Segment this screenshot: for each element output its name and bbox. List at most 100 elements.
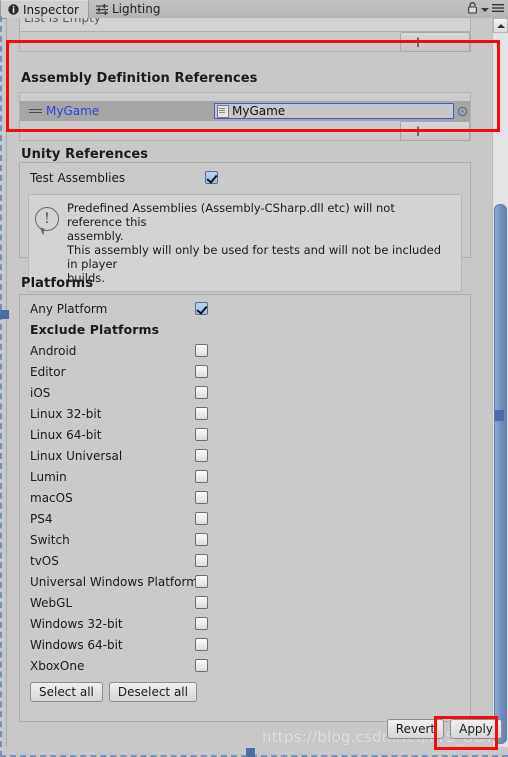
platform-row[interactable]: Android xyxy=(20,340,470,361)
platform-checkbox[interactable] xyxy=(195,533,208,546)
platform-checkbox[interactable] xyxy=(195,596,208,609)
platform-label: PS4 xyxy=(30,511,53,526)
selection-handle-left[interactable] xyxy=(0,310,9,319)
platform-row[interactable]: Linux Universal xyxy=(20,445,470,466)
platform-label: XboxOne xyxy=(30,658,85,673)
platform-label: tvOS xyxy=(30,553,59,568)
unity-references-group: Test Assemblies ! Predefined Assemblies … xyxy=(19,162,471,292)
help-line-2: assembly. xyxy=(67,229,124,243)
apply-button[interactable]: Apply xyxy=(450,719,502,739)
platform-row[interactable]: Lumin xyxy=(20,466,470,487)
platform-row[interactable]: Windows 64-bit xyxy=(20,634,470,655)
references-add-remove: + − xyxy=(400,121,470,141)
platform-row[interactable]: Universal Windows Platform xyxy=(20,571,470,592)
selection-handle-bottom[interactable] xyxy=(246,748,255,757)
platform-label: Universal Windows Platform xyxy=(30,574,195,589)
clipped-list-empty-row: List is Empty xyxy=(19,18,471,32)
info-circle-icon xyxy=(8,4,19,15)
help-line-1: Predefined Assemblies (Assembly-CSharp.d… xyxy=(67,201,395,229)
lock-icon[interactable] xyxy=(467,1,478,17)
platform-checkbox[interactable] xyxy=(195,470,208,483)
platform-row[interactable]: WebGL xyxy=(20,592,470,613)
platform-label: Lumin xyxy=(30,469,67,484)
scrollbar-thumb[interactable] xyxy=(494,204,507,744)
top-list-add-remove: + − xyxy=(400,32,470,52)
inspector-panel: List is Empty + − Assembly Definition Re… xyxy=(6,18,493,747)
any-platform-label: Any Platform xyxy=(30,301,108,316)
references-list-footer: + − xyxy=(19,121,471,141)
scroll-up-arrow-icon[interactable] xyxy=(493,18,508,33)
revert-button[interactable]: Revert xyxy=(386,719,445,739)
lighting-sliders-icon xyxy=(95,3,108,15)
platform-label: Android xyxy=(30,343,77,358)
test-assemblies-help-text: Predefined Assemblies (Assembly-CSharp.d… xyxy=(67,201,453,285)
tab-inspector[interactable]: Inspector xyxy=(0,0,89,18)
inspector-action-bar: Revert Apply xyxy=(386,719,502,739)
tab-lighting[interactable]: Lighting xyxy=(89,0,170,18)
platform-label: macOS xyxy=(30,490,73,505)
platform-list: Android Editor iOS Linux 32-bit Linux 64-bit… xyxy=(20,340,470,676)
top-list-add-button[interactable]: + xyxy=(405,34,432,50)
platform-row[interactable]: Windows 32-bit xyxy=(20,613,470,634)
platforms-title: Platforms xyxy=(21,276,94,291)
any-platform-row[interactable]: Any Platform xyxy=(20,298,470,319)
platform-checkbox[interactable] xyxy=(195,659,208,672)
unity-editor-window: Inspector Lighting List is Empty + − Ass… xyxy=(0,0,508,757)
warning-icon: ! xyxy=(35,207,59,231)
test-assemblies-row[interactable]: Test Assemblies xyxy=(20,167,470,188)
platform-row[interactable]: iOS xyxy=(20,382,470,403)
platform-row[interactable]: macOS xyxy=(20,487,470,508)
platform-row[interactable]: Switch xyxy=(20,529,470,550)
object-picker-icon[interactable] xyxy=(454,102,470,120)
select-all-button[interactable]: Select all xyxy=(30,682,103,702)
platform-checkbox[interactable] xyxy=(195,638,208,651)
test-assemblies-checkbox[interactable] xyxy=(205,171,218,184)
inspector-tab-bar: Inspector Lighting xyxy=(0,0,508,19)
assembly-definition-references-title: Assembly Definition References xyxy=(21,71,258,86)
references-add-button[interactable]: + xyxy=(405,123,432,139)
platform-checkbox[interactable] xyxy=(195,617,208,630)
exclude-platforms-title: Exclude Platforms xyxy=(30,322,160,337)
scrollbar-position-marker xyxy=(495,410,504,421)
assembly-asset-icon xyxy=(217,104,229,118)
platform-label: Windows 32-bit xyxy=(30,616,123,631)
platform-label: WebGL xyxy=(30,595,73,610)
platform-label: Linux 32-bit xyxy=(30,406,102,421)
drag-handle-icon[interactable] xyxy=(24,109,46,113)
platform-label: iOS xyxy=(30,385,51,400)
platform-row[interactable]: Linux 32-bit xyxy=(20,403,470,424)
platform-checkbox[interactable] xyxy=(195,365,208,378)
platform-row[interactable]: Linux 64-bit xyxy=(20,424,470,445)
help-line-3: This assembly will only be used for test… xyxy=(67,243,442,271)
platform-label: Editor xyxy=(30,364,66,379)
reference-name-label: MyGame xyxy=(46,104,100,118)
references-list-header xyxy=(19,92,471,101)
platform-checkbox[interactable] xyxy=(195,575,208,588)
menu-icon[interactable] xyxy=(492,2,504,16)
platform-checkbox[interactable] xyxy=(195,407,208,420)
platform-checkbox[interactable] xyxy=(195,344,208,357)
platform-row[interactable]: tvOS xyxy=(20,550,470,571)
any-platform-checkbox[interactable] xyxy=(195,302,208,315)
unity-references-title: Unity References xyxy=(21,147,149,162)
platform-checkbox[interactable] xyxy=(195,386,208,399)
platform-row[interactable]: Editor xyxy=(20,361,470,382)
platform-row[interactable]: XboxOne xyxy=(20,655,470,676)
deselect-all-button[interactable]: Deselect all xyxy=(108,682,197,702)
platform-label: Linux 64-bit xyxy=(30,427,102,442)
references-remove-button[interactable]: − xyxy=(439,123,466,139)
platform-checkbox[interactable] xyxy=(195,491,208,504)
reference-object-value: MyGame xyxy=(232,104,286,118)
platform-checkbox[interactable] xyxy=(195,512,208,525)
platform-label: Windows 64-bit xyxy=(30,637,123,652)
platform-row[interactable]: PS4 xyxy=(20,508,470,529)
platform-checkbox[interactable] xyxy=(195,554,208,567)
reference-row-mygame[interactable]: MyGame MyGame xyxy=(19,101,471,121)
inspector-vertical-scrollbar[interactable] xyxy=(492,18,508,747)
platform-checkbox[interactable] xyxy=(195,449,208,462)
reference-object-field[interactable]: MyGame xyxy=(214,103,454,119)
top-list-remove-button[interactable]: − xyxy=(439,34,466,50)
platforms-group: Any Platform Exclude Platforms Android Ed… xyxy=(19,294,471,722)
platform-checkbox[interactable] xyxy=(195,428,208,441)
chevron-down-icon[interactable] xyxy=(481,2,489,16)
